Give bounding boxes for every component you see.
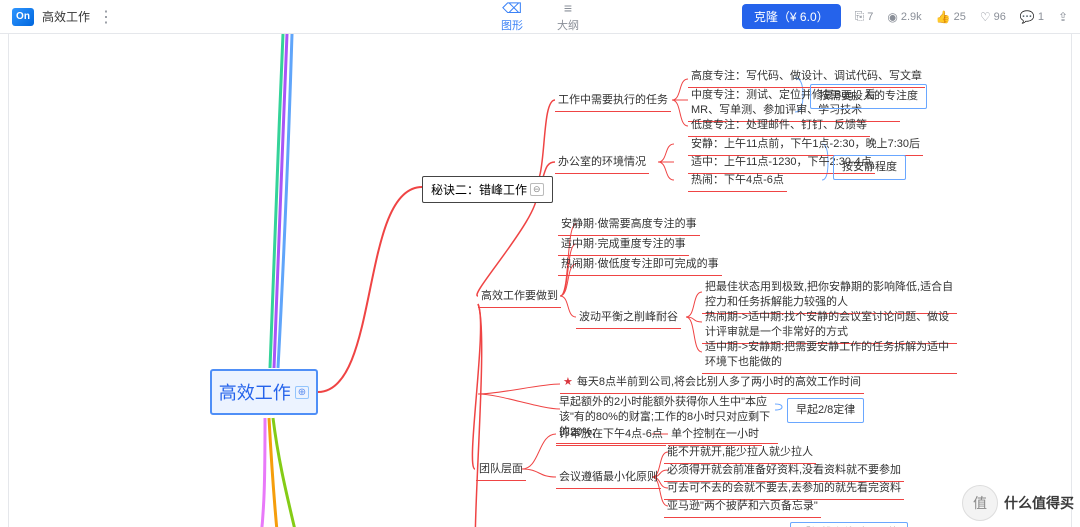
sticky-why[interactable]: 「倒排上线时间」的另一种思路:倒排工作由止时间: [790, 522, 908, 527]
leaf-todo-0[interactable]: 安静期·做需要高度专注的事: [558, 215, 700, 236]
node-secret-2[interactable]: 秘诀二：错峰工作 ⊖: [422, 176, 553, 203]
leaf-tasks-2[interactable]: 低度专注：处理邮件、钉钉、反馈等: [688, 116, 870, 137]
root-node[interactable]: 高效工作 ⊕: [210, 369, 318, 415]
graphic-icon: ⌫: [502, 1, 522, 15]
watermark-text: 什么值得买: [1004, 493, 1074, 513]
node-minmeet[interactable]: 会议遵循最小化原则: [556, 468, 661, 489]
heart-icon: ♡: [980, 10, 991, 24]
tab-graphic-label: 图形: [501, 17, 523, 33]
top-bar: On 高效工作 ⋮ ⌫ 图形 ≡ 大纲 克隆（¥ 6.0） ⎘7 ◉2.9k 👍…: [0, 0, 1080, 34]
stat-forks[interactable]: ⎘7: [855, 9, 874, 24]
comment-icon: 💬: [1020, 10, 1035, 24]
leaf-early-star[interactable]: ★每天8点半前到公司,将会比别人多了两小时的高效工作时间: [560, 373, 864, 394]
tab-outline[interactable]: ≡ 大纲: [557, 1, 579, 33]
tab-outline-label: 大纲: [557, 17, 579, 33]
expand-icon[interactable]: ⊕: [295, 386, 309, 399]
leaf-env-2[interactable]: 热闹：下午4点-6点: [688, 171, 787, 192]
tab-graphic[interactable]: ⌫ 图形: [501, 1, 523, 33]
leaf-team-review[interactable]: 评审放在下午4点-6点: [556, 425, 666, 446]
eye-icon: ◉: [887, 10, 897, 24]
root-label: 高效工作: [219, 379, 291, 405]
clone-button[interactable]: 克隆（¥ 6.0）: [742, 4, 841, 29]
doc-title[interactable]: 高效工作: [42, 8, 90, 25]
leaf-todo-2[interactable]: 热闹期·做低度专注即可完成的事: [558, 255, 722, 276]
header-right: 克隆（¥ 6.0） ⎘7 ◉2.9k 👍25 ♡96 💬1 ⇪: [742, 4, 1068, 29]
more-menu-icon[interactable]: ⋮: [98, 7, 114, 27]
leaf-wave-2[interactable]: 适中期->安静期:把需要安静工作的任务拆解为适中环境下也能做的: [702, 338, 957, 374]
sticky-env[interactable]: 按安静程度: [833, 155, 906, 180]
fork-icon: ⎘: [855, 9, 865, 24]
collapse-icon[interactable]: ⊖: [530, 183, 544, 196]
stat-likes[interactable]: 👍25: [936, 10, 966, 24]
watermark: 值 什么值得买: [962, 485, 1074, 521]
leaf-minmeet-3[interactable]: 亚马逊"两个披萨和六页备忘录": [664, 497, 821, 518]
sticky-early[interactable]: 早起2/8定律: [787, 398, 864, 423]
star-icon: ★: [563, 376, 573, 388]
stat-comments[interactable]: 💬1: [1020, 10, 1044, 24]
watermark-icon: 值: [962, 485, 998, 521]
node-todo[interactable]: 高效工作要做到: [478, 287, 561, 308]
node-env[interactable]: 办公室的环境情况: [555, 153, 649, 174]
node-wave[interactable]: 波动平衡之削峰耐谷: [576, 308, 681, 329]
stat-hearts[interactable]: ♡96: [980, 10, 1006, 24]
app-logo[interactable]: On: [12, 8, 34, 26]
mindmap-canvas[interactable]: 高效工作 ⊕ 秘诀二：错峰工作 ⊖ 工作中需要执行的任务 高度专注：写代码、做设…: [0, 34, 1080, 527]
leaf-todo-1[interactable]: 适中期·完成重度专注的事: [558, 235, 689, 256]
node-team[interactable]: 团队层面: [476, 460, 526, 481]
share-button[interactable]: ⇪: [1058, 10, 1068, 24]
node-tasks[interactable]: 工作中需要执行的任务: [555, 91, 671, 112]
view-tabs: ⌫ 图形 ≡ 大纲: [501, 1, 579, 33]
thumbsup-icon: 👍: [936, 10, 951, 24]
outline-icon: ≡: [564, 1, 572, 15]
stat-views: ◉2.9k: [887, 10, 921, 24]
sticky-tasks[interactable]: 按需要投入的专注度: [810, 84, 927, 109]
share-icon: ⇪: [1058, 10, 1068, 24]
